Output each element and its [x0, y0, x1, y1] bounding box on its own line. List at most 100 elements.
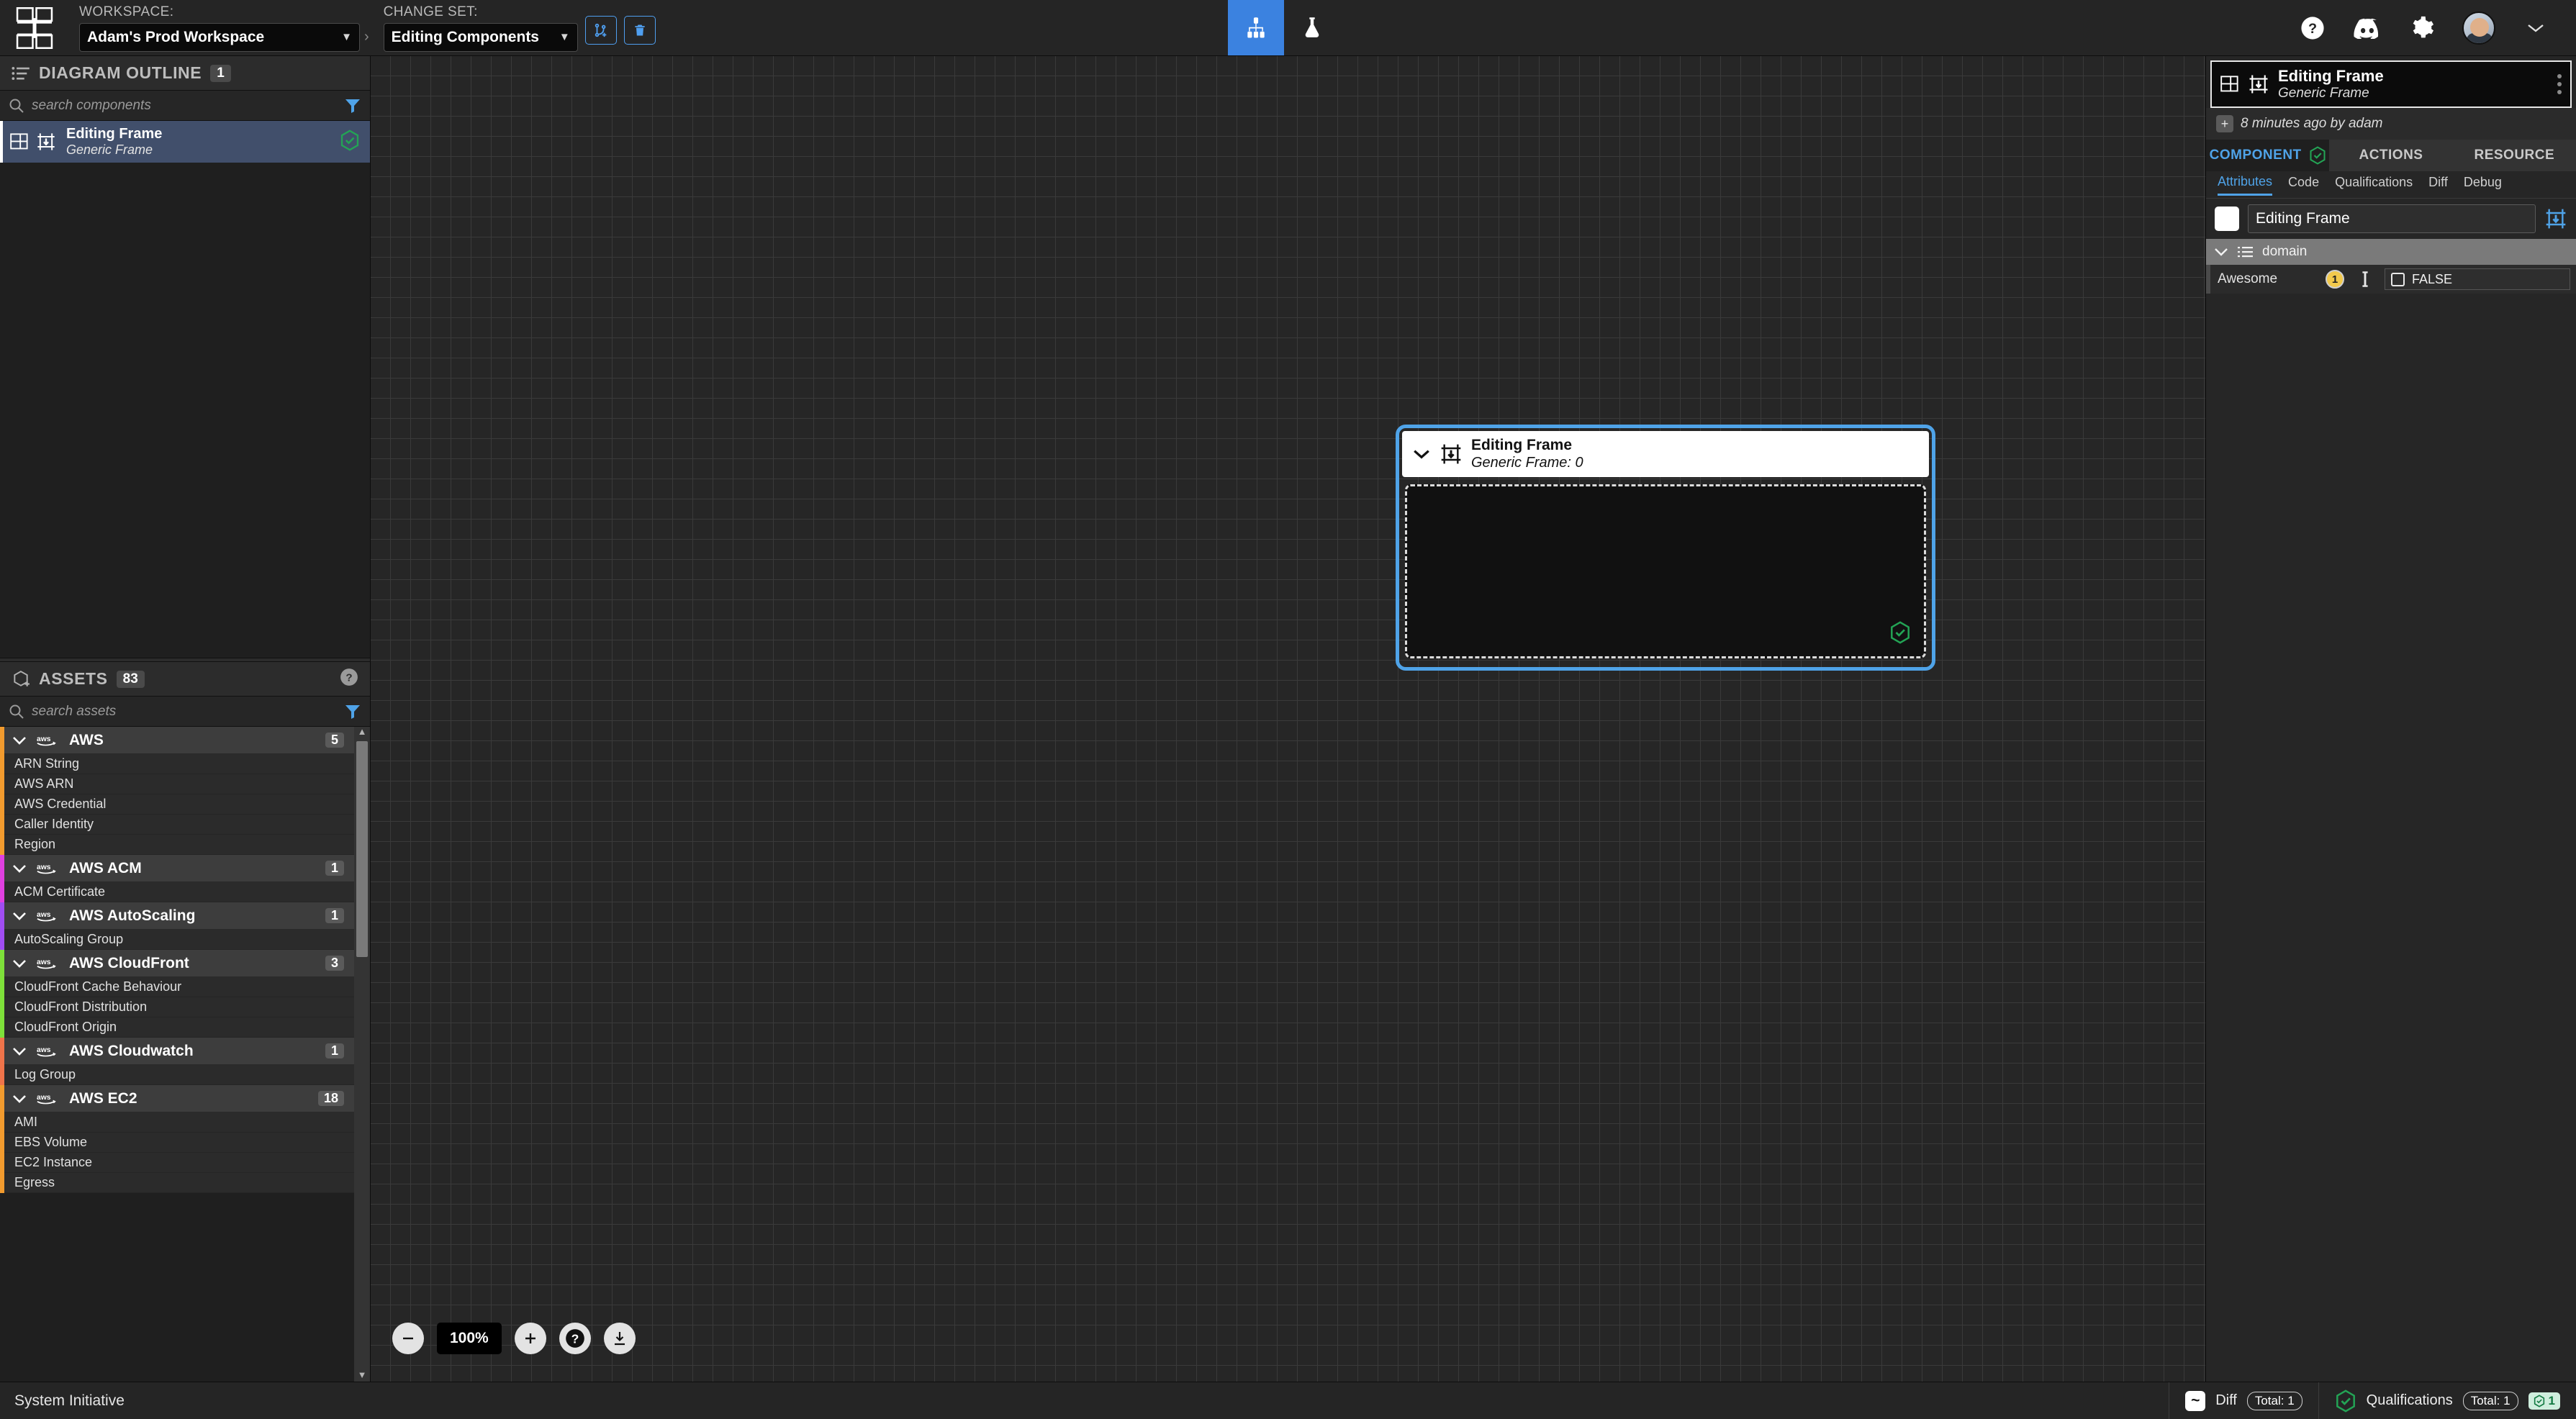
- question-circle-icon: ?: [2301, 16, 2324, 40]
- asset-list-item[interactable]: AMI: [4, 1112, 354, 1133]
- chevron-down-icon: ▼: [559, 31, 570, 43]
- asset-group-header[interactable]: aws AWS CloudFront 3: [4, 950, 354, 977]
- chevron-down-icon[interactable]: [12, 863, 27, 874]
- asset-group-name: AWS CloudFront: [69, 954, 189, 971]
- asset-list-item[interactable]: CloudFront Origin: [4, 1017, 354, 1038]
- attribute-value-field[interactable]: FALSE: [2385, 268, 2570, 290]
- asset-list-item[interactable]: Region: [4, 835, 354, 855]
- asset-list-item[interactable]: ARN String: [4, 754, 354, 774]
- diagram-canvas[interactable]: Editing Frame Generic Frame: 0 100% ?: [371, 56, 2205, 1382]
- tab-diagram[interactable]: [1228, 0, 1284, 55]
- component-color-swatch[interactable]: [2215, 207, 2239, 231]
- status-brand: System Initiative: [14, 1392, 125, 1409]
- canvas-frame-texts: Editing Frame Generic Frame: 0: [1471, 437, 1583, 471]
- delete-changeset-button[interactable]: [623, 16, 656, 45]
- outline-item-name: Editing Frame: [66, 126, 163, 142]
- asset-list-item[interactable]: Caller Identity: [4, 815, 354, 835]
- asset-list-item[interactable]: EC2 Instance: [4, 1153, 354, 1173]
- frame-down-arrow-icon: [37, 133, 55, 150]
- attribute-checkbox[interactable]: [2391, 272, 2405, 286]
- chevron-down-icon[interactable]: [1412, 448, 1431, 460]
- asset-group-header[interactable]: aws AWS EC2 18: [4, 1085, 354, 1112]
- zoom-level[interactable]: 100%: [437, 1323, 502, 1354]
- assets-help-button[interactable]: ?: [340, 668, 358, 690]
- status-qualifications-segment[interactable]: Qualifications Total: 1 1: [2318, 1382, 2576, 1419]
- chevron-down-icon[interactable]: [12, 1094, 27, 1104]
- outline-item-status[interactable]: [340, 129, 360, 155]
- workspace-select[interactable]: Adam's Prod Workspace ▼: [79, 22, 360, 52]
- asset-group-header[interactable]: aws AWS 5: [4, 727, 354, 754]
- canvas-frame-node[interactable]: Editing Frame Generic Frame: 0: [1396, 425, 1935, 671]
- tab-lab[interactable]: [1284, 0, 1340, 55]
- scrollbar-thumb[interactable]: [356, 741, 368, 957]
- qualification-check-icon: [2310, 146, 2326, 165]
- chevron-down-icon[interactable]: [12, 958, 27, 969]
- tab-code[interactable]: Code: [2288, 175, 2319, 194]
- create-changeset-button[interactable]: [584, 16, 617, 45]
- zoom-out-button[interactable]: [392, 1323, 424, 1354]
- tab-debug[interactable]: Debug: [2464, 175, 2502, 194]
- asset-list-item[interactable]: AWS Credential: [4, 794, 354, 815]
- asset-list-item[interactable]: AWS ARN: [4, 774, 354, 794]
- tab-diff[interactable]: Diff: [2428, 175, 2448, 194]
- asset-group: aws AWS ACM 1 ACM Certificate: [0, 855, 354, 902]
- settings-button[interactable]: [2408, 14, 2436, 42]
- chevron-down-icon[interactable]: [12, 911, 27, 921]
- component-sub-tabs: Attributes Code Qualifications Diff Debu…: [2206, 171, 2576, 199]
- asset-list-item[interactable]: EBS Volume: [4, 1133, 354, 1153]
- attribute-source-badge[interactable]: 1: [2326, 270, 2344, 289]
- asset-list-item[interactable]: CloudFront Distribution: [4, 997, 354, 1017]
- canvas-help-button[interactable]: ?: [559, 1323, 591, 1354]
- discord-button[interactable]: [2353, 14, 2382, 42]
- chevron-down-icon[interactable]: [12, 735, 27, 745]
- assets-scrollbar[interactable]: ▲ ▼: [354, 727, 370, 1382]
- component-menu-button[interactable]: [2557, 74, 2562, 94]
- aws-logo-icon: aws: [37, 958, 56, 969]
- chevron-down-icon[interactable]: [2213, 247, 2229, 257]
- filter-icon[interactable]: [344, 97, 361, 114]
- canvas-download-button[interactable]: [603, 1323, 636, 1354]
- asset-group-header[interactable]: aws AWS ACM 1: [4, 855, 354, 882]
- scroll-up-arrow-icon[interactable]: ▲: [358, 727, 367, 738]
- profile-menu-button[interactable]: [2521, 14, 2550, 42]
- asset-group-header[interactable]: aws AWS Cloudwatch 1: [4, 1038, 354, 1065]
- asset-group-header[interactable]: aws AWS AutoScaling 1: [4, 902, 354, 930]
- qualification-check-icon: [1891, 621, 1910, 644]
- aws-logo-icon: aws: [37, 1093, 56, 1104]
- tab-resource[interactable]: RESOURCE: [2452, 140, 2576, 171]
- user-avatar[interactable]: [2462, 11, 2495, 45]
- status-diff-segment[interactable]: ~ Diff Total: 1: [2169, 1382, 2318, 1419]
- tab-attributes[interactable]: Attributes: [2218, 174, 2273, 196]
- assets-search-input[interactable]: [32, 703, 337, 720]
- component-name-input[interactable]: [2248, 204, 2536, 233]
- tab-qualifications[interactable]: Qualifications: [2335, 175, 2413, 194]
- chevron-down-icon[interactable]: [12, 1046, 27, 1056]
- system-initiative-logo-icon: [16, 6, 53, 49]
- asset-list-item[interactable]: AutoScaling Group: [4, 930, 354, 950]
- tab-actions[interactable]: ACTIONS: [2329, 140, 2453, 171]
- qualification-check-icon: [2336, 1389, 2355, 1413]
- canvas-frame-status[interactable]: [1889, 621, 1911, 648]
- filter-icon[interactable]: [344, 703, 361, 720]
- canvas-frame-header[interactable]: Editing Frame Generic Frame: 0: [1402, 431, 1929, 477]
- zoom-in-button[interactable]: [514, 1323, 546, 1354]
- tab-component[interactable]: COMPONENT: [2206, 140, 2330, 171]
- component-meta-text: 8 minutes ago by adam: [2241, 116, 2383, 131]
- asset-list-item[interactable]: Log Group: [4, 1065, 354, 1085]
- asset-list-item[interactable]: Egress: [4, 1173, 354, 1193]
- attribute-group-domain[interactable]: domain: [2206, 239, 2576, 265]
- outline-item-editing-frame[interactable]: Editing Frame Generic Frame: [0, 121, 370, 163]
- component-subtitle: Generic Frame: [2278, 85, 2369, 101]
- app-logo[interactable]: [0, 0, 69, 55]
- frame-down-arrow-icon[interactable]: [2544, 207, 2567, 230]
- help-button[interactable]: ?: [2298, 14, 2327, 42]
- scroll-down-arrow-icon[interactable]: ▼: [358, 1370, 367, 1382]
- outline-search-input[interactable]: [32, 97, 337, 114]
- svg-text:?: ?: [571, 1331, 579, 1346]
- asset-group: aws AWS Cloudwatch 1 Log Group: [0, 1038, 354, 1085]
- changeset-select[interactable]: Editing Components ▼: [383, 22, 578, 52]
- search-icon: [9, 99, 24, 113]
- canvas-frame-dropzone[interactable]: [1405, 484, 1926, 658]
- asset-list-item[interactable]: CloudFront Cache Behaviour: [4, 977, 354, 997]
- asset-list-item[interactable]: ACM Certificate: [4, 882, 354, 902]
